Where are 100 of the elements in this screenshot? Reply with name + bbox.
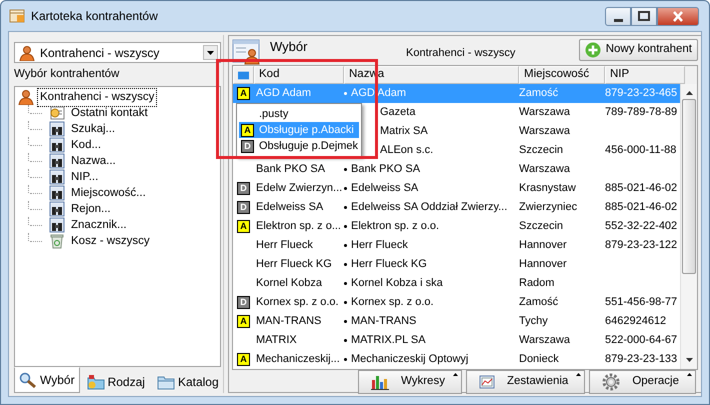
scroll-thumb[interactable] bbox=[682, 99, 696, 274]
table-row[interactable]: Herr Flueck Herr Flueck Hannover 879-23-23-122 bbox=[233, 236, 680, 255]
table-row[interactable]: D Kornex sp. z o.o. Kornex sp. z o.o. Zamość 551-456-98-77 bbox=[233, 293, 680, 312]
tag-badge: D bbox=[237, 201, 250, 214]
column-header[interactable]: Miejscowość bbox=[519, 66, 605, 84]
table-cell: Mechaniczeskij... bbox=[256, 353, 340, 366]
table-cell-text: Edelweiss SA Oddział Zwierzy... bbox=[351, 200, 508, 216]
add-icon bbox=[584, 42, 601, 58]
filter-name: Kontrahenci - wszyscy bbox=[406, 46, 516, 61]
bullet-icon bbox=[344, 225, 347, 228]
bullet-icon bbox=[344, 92, 347, 95]
menu-item[interactable]: D Obsługuje p.Dejmek bbox=[239, 138, 359, 154]
scroll-down-icon bbox=[686, 358, 692, 362]
table-row[interactable]: MATRIX MATRIX.PL SA Warszawa 522-000-64-67 bbox=[233, 331, 680, 350]
table-cell: 879-23-23-465 bbox=[605, 87, 678, 100]
table-cell-text: Herr Flueck KG bbox=[351, 257, 427, 272]
minimize-button[interactable] bbox=[605, 6, 631, 26]
table-row[interactable]: A Elektron sp. z o... Elektron sp. z o.o. Szczecin 552-32-22-402 bbox=[233, 217, 680, 236]
bullet-icon bbox=[344, 282, 347, 285]
binoculars-icon bbox=[49, 185, 65, 202]
column-header[interactable]: Kod bbox=[254, 66, 344, 84]
table-row[interactable]: D Edelweiss SA Edelweiss SA Oddział Zwierzy... Zwierzyniec 885-021-46-02 bbox=[233, 198, 680, 217]
toolbar-button[interactable]: Wykresy bbox=[358, 370, 462, 394]
search-icon bbox=[19, 372, 37, 388]
bullet-icon bbox=[344, 301, 347, 304]
table-cell: Tychy bbox=[519, 315, 548, 328]
table-cell: 6462924612 bbox=[605, 315, 666, 328]
table-cell: Herr Flueck KG bbox=[256, 258, 332, 270]
table-cell-text: Bank PKO SA bbox=[351, 162, 420, 178]
table-cell: 551-456-98-77 bbox=[605, 296, 678, 308]
table-cell-text: Edelweiss SA bbox=[351, 181, 418, 196]
toolbar-button[interactable]: Zestawienia bbox=[466, 370, 586, 394]
table-cell: Radom bbox=[519, 277, 554, 290]
table-cell-text: AGD Adam bbox=[351, 86, 406, 102]
tag-badge: D bbox=[237, 296, 250, 309]
tab[interactable]: Katalog bbox=[152, 371, 224, 393]
new-contractor-button[interactable]: Nowy kontrahent bbox=[578, 39, 698, 61]
table-cell[interactable]: ALEon s.c. bbox=[380, 142, 434, 159]
marker-column-icon bbox=[238, 70, 249, 80]
table-cell: 789-789-78-89 bbox=[605, 106, 678, 118]
table-cell-text: Elektron sp. z o.o. bbox=[351, 219, 440, 234]
table-row[interactable]: Kornel Kobza Kornel Kobza i ska Radom bbox=[233, 274, 680, 293]
table-cell: Zamość bbox=[519, 296, 558, 308]
bullet-icon bbox=[344, 244, 347, 247]
table-row[interactable]: A MAN-TRANS MAN-TRANS Tychy 6462924612 bbox=[233, 312, 680, 331]
table-row[interactable]: Bank PKO SA Bank PKO SA Warszawa bbox=[233, 160, 680, 179]
table-row[interactable]: D Edelw Zwierzyn... Edelweiss SA Krasnystaw 885-021-46-02 bbox=[233, 179, 680, 198]
table-row[interactable]: Herr Flueck KG Herr Flueck KG Hannover bbox=[233, 255, 680, 274]
window-title: Kartoteka kontrahentów bbox=[31, 8, 158, 25]
dropdown-arrow-icon bbox=[207, 50, 214, 54]
table-cell: Donieck bbox=[519, 353, 559, 366]
table-cell: Szczecin bbox=[519, 144, 564, 156]
tab[interactable]: Rodzaj bbox=[82, 371, 150, 393]
table-cell: Hannover bbox=[519, 258, 567, 270]
table-cell-text: MATRIX.PL SA bbox=[351, 333, 426, 348]
table-cell: MAN-TRANS bbox=[256, 315, 322, 328]
table-row[interactable]: A AGD Adam AGD Adam Zamość 879-23-23-465 bbox=[233, 84, 680, 103]
close-button[interactable] bbox=[657, 6, 699, 26]
toolbar-button[interactable]: Operacje bbox=[589, 370, 696, 394]
table-cell: Warszawa bbox=[519, 163, 570, 176]
caret-icon bbox=[576, 373, 582, 376]
maximize-icon bbox=[638, 11, 650, 21]
tag-badge: D bbox=[241, 140, 254, 152]
bullet-icon bbox=[344, 263, 347, 266]
table-cell[interactable]: Matrix SA bbox=[380, 123, 428, 140]
table-row[interactable]: A Mechaniczeskij... Mechaniczeskij Optowyj Donieck 879-23-23-133 bbox=[233, 350, 680, 369]
table-cell[interactable]: Gazeta bbox=[380, 104, 416, 121]
tag-badge: A bbox=[237, 353, 250, 366]
scrollbar[interactable] bbox=[680, 84, 697, 369]
tag-badge: A bbox=[237, 220, 250, 233]
table-cell: 879-23-23-133 bbox=[605, 353, 678, 366]
maximize-button[interactable] bbox=[631, 6, 657, 26]
table-cell: Warszawa bbox=[519, 106, 570, 118]
table-cell: Warszawa bbox=[519, 125, 570, 138]
table-cell: Hannover bbox=[519, 239, 567, 252]
bullet-icon bbox=[344, 187, 347, 190]
menu-item[interactable]: A Obsługuje p.Abacki bbox=[239, 122, 359, 138]
tree-item[interactable]: Kontrahenci - wszyscy bbox=[37, 88, 158, 107]
recycle-bin-icon bbox=[49, 233, 65, 250]
bullet-icon bbox=[344, 206, 347, 209]
table-cell-text: Mechaniczeskij Optowyj bbox=[351, 352, 468, 368]
binoculars-icon bbox=[49, 217, 65, 234]
table-cell: 456-000-11-88 bbox=[605, 144, 676, 156]
report-icon bbox=[478, 374, 495, 390]
tab[interactable]: Wybór bbox=[14, 367, 80, 393]
menu-item[interactable]: .pusty bbox=[239, 106, 359, 122]
table-cell: 885-021-46-02 bbox=[605, 182, 678, 194]
binoculars-icon bbox=[49, 121, 65, 138]
folder-icon bbox=[86, 374, 105, 390]
table-cell: Kornel Kobza bbox=[256, 277, 322, 290]
caret-icon bbox=[687, 373, 692, 376]
table-cell-text: Herr Flueck bbox=[351, 238, 408, 254]
table-cell: MATRIX bbox=[256, 334, 297, 346]
filter-dropdown[interactable]: Kontrahenci - wszyscy bbox=[14, 42, 221, 63]
table-cell: Krasnystaw bbox=[519, 182, 576, 194]
binoculars-icon bbox=[49, 153, 65, 170]
table-cell: 885-021-46-02 bbox=[605, 201, 678, 214]
column-header[interactable]: NIP bbox=[605, 66, 685, 84]
bullet-icon bbox=[344, 358, 347, 361]
table-cell: Szczecin bbox=[519, 220, 564, 232]
